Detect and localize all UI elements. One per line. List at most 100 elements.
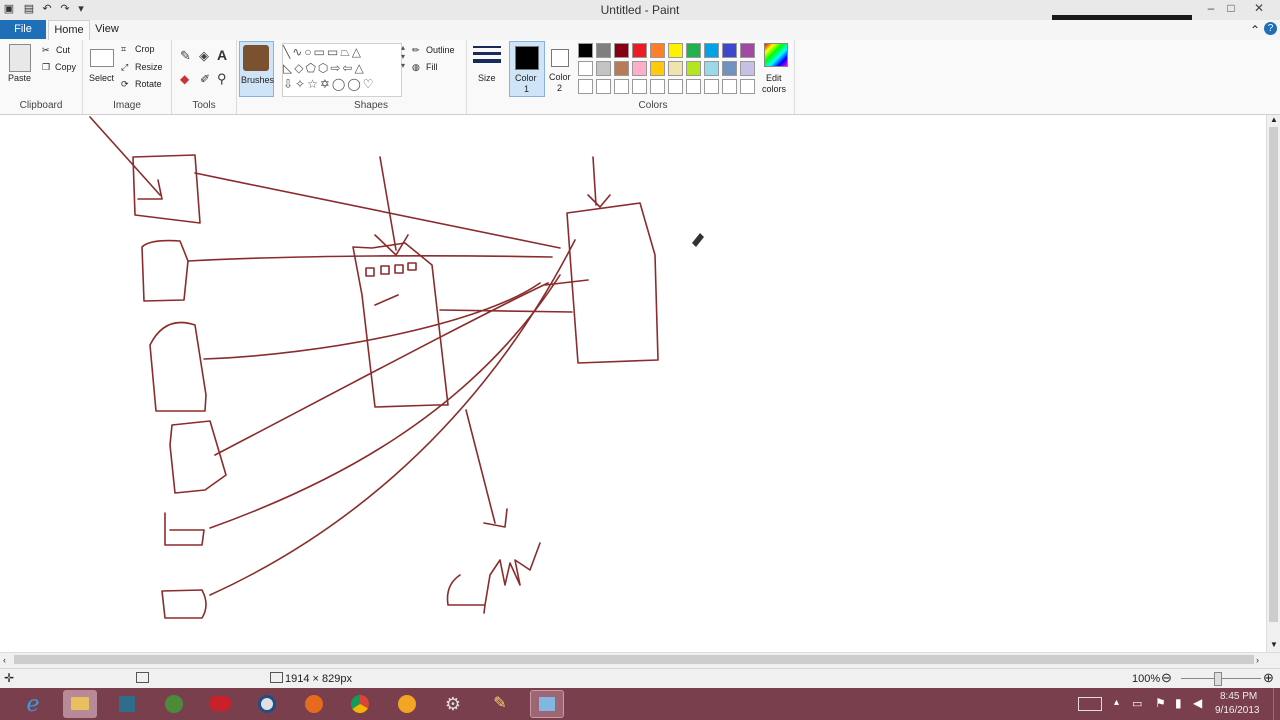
drawing-canvas[interactable] <box>0 115 1280 652</box>
itunes-icon[interactable] <box>157 690 191 718</box>
paste-icon[interactable] <box>9 44 31 72</box>
color-swatch[interactable] <box>632 43 647 58</box>
color-swatch[interactable] <box>668 43 683 58</box>
color-swatch[interactable] <box>686 43 701 58</box>
color-swatch[interactable] <box>650 43 665 58</box>
shapes-gallery[interactable]: ╲∿○▭▭⏢△ ◺◇⬠⬡⇨⇦△ ⇩✧☆✡◯◯♡ <box>282 43 402 97</box>
color-swatch[interactable] <box>578 61 593 76</box>
close-button[interactable]: ✕ <box>1244 0 1274 17</box>
color-swatch[interactable] <box>704 79 719 94</box>
color-swatch[interactable] <box>614 61 629 76</box>
paint-taskbar-icon[interactable] <box>530 690 564 718</box>
maximize-button[interactable]: □ <box>1216 0 1246 17</box>
color-swatch[interactable] <box>722 43 737 58</box>
pen-app-icon[interactable]: ✎ <box>483 690 517 718</box>
color-swatch[interactable] <box>740 79 755 94</box>
color-swatch[interactable] <box>704 61 719 76</box>
color-swatch[interactable] <box>650 61 665 76</box>
pencil-icon[interactable]: ✎ <box>180 48 191 64</box>
crop-button[interactable]: Crop <box>135 44 155 54</box>
disc-app-icon[interactable] <box>250 690 284 718</box>
outline-icon[interactable]: ✏ <box>412 45 420 56</box>
edit-colors-label-1[interactable]: Edit <box>766 73 782 83</box>
color-swatch[interactable] <box>722 61 737 76</box>
copy-button[interactable]: Copy <box>55 62 76 72</box>
horizontal-scroll-thumb[interactable] <box>14 655 1254 664</box>
scroll-left-icon[interactable]: ‹ <box>3 655 6 665</box>
color-swatch[interactable] <box>704 43 719 58</box>
text-icon[interactable]: A <box>217 47 227 63</box>
brushes-button[interactable]: Brushes <box>239 41 274 97</box>
outline-button[interactable]: Outline <box>426 45 455 55</box>
magnifier-icon[interactable]: ⚲ <box>217 71 227 87</box>
color-swatch[interactable] <box>686 79 701 94</box>
copy-icon[interactable]: ❐ <box>42 62 50 73</box>
color-swatch[interactable] <box>596 79 611 94</box>
zoom-in-icon[interactable]: ⊕ <box>1263 670 1274 686</box>
app-flower-icon[interactable] <box>390 690 424 718</box>
firefox-icon[interactable] <box>297 690 331 718</box>
flag-icon[interactable]: ⚑ <box>1155 696 1166 710</box>
ribbon-collapse-icon[interactable]: ⌃ <box>1250 23 1260 37</box>
keyboard-icon[interactable] <box>1078 697 1102 711</box>
color-swatch[interactable] <box>596 43 611 58</box>
color-swatch[interactable] <box>650 79 665 94</box>
network-icon[interactable]: ▭ <box>1132 697 1142 710</box>
size-button[interactable]: Size <box>470 40 504 100</box>
vertical-scrollbar[interactable]: ▲ ▼ <box>1266 115 1280 652</box>
scroll-right-icon[interactable]: › <box>1256 655 1259 665</box>
vertical-scroll-thumb[interactable] <box>1269 127 1278 622</box>
scroll-up-icon[interactable]: ▲ <box>1270 115 1278 124</box>
clock-time[interactable]: 8:45 PM <box>1220 691 1257 702</box>
color-swatch[interactable] <box>578 43 593 58</box>
color-swatch[interactable] <box>614 43 629 58</box>
fill-icon[interactable]: ◍ <box>412 62 420 73</box>
color-swatch[interactable] <box>614 79 629 94</box>
show-desktop-button[interactable] <box>1273 688 1280 720</box>
paste-button[interactable]: Paste <box>8 73 31 83</box>
chrome-icon[interactable] <box>343 690 377 718</box>
zoom-out-icon[interactable]: ⊖ <box>1161 670 1172 686</box>
file-explorer-icon[interactable] <box>63 690 97 718</box>
rotate-icon[interactable]: ⟳ <box>121 79 129 90</box>
select-icon[interactable] <box>90 49 114 67</box>
tab-file[interactable]: File <box>0 20 46 39</box>
media-player-icon[interactable] <box>203 690 237 718</box>
color-swatch[interactable] <box>632 61 647 76</box>
cut-button[interactable]: Cut <box>56 45 70 55</box>
resize-icon[interactable]: ⤢ <box>121 62 128 73</box>
scissors-icon[interactable]: ✂ <box>42 45 50 56</box>
tool-app-icon[interactable]: ⚙ <box>436 690 470 718</box>
tab-view[interactable]: View <box>92 20 122 39</box>
crop-icon[interactable]: ⌗ <box>121 44 126 55</box>
color-picker-icon[interactable]: ✐ <box>200 72 210 86</box>
color-swatch[interactable] <box>740 43 755 58</box>
color-swatch[interactable] <box>578 79 593 94</box>
zoom-slider-thumb[interactable] <box>1214 672 1222 686</box>
tray-expand-icon[interactable]: ▴ <box>1114 697 1119 708</box>
color-swatch[interactable] <box>686 61 701 76</box>
help-icon[interactable]: ? <box>1264 22 1277 35</box>
rotate-button[interactable]: Rotate <box>135 79 162 89</box>
shapes-scroll-icon[interactable]: ▴ ▾ ▾ <box>401 43 405 70</box>
edit-colors-icon[interactable] <box>764 43 788 67</box>
media-app-icon[interactable] <box>110 690 144 718</box>
color-swatch[interactable] <box>740 61 755 76</box>
internet-explorer-icon[interactable]: ℯ <box>16 690 50 718</box>
fill-bucket-icon[interactable]: ◈ <box>199 48 209 64</box>
eraser-icon[interactable]: ◆ <box>180 72 189 86</box>
color-swatch[interactable] <box>668 61 683 76</box>
volume-icon[interactable]: ◀ <box>1193 696 1202 710</box>
color-swatch[interactable] <box>722 79 737 94</box>
scroll-down-icon[interactable]: ▼ <box>1270 640 1278 649</box>
color-swatch[interactable] <box>632 79 647 94</box>
resize-button[interactable]: Resize <box>135 62 163 72</box>
signal-icon[interactable]: ▮ <box>1175 696 1182 710</box>
tab-home[interactable]: Home <box>48 20 90 41</box>
color-swatch[interactable] <box>668 79 683 94</box>
fill-button[interactable]: Fill <box>426 62 438 72</box>
color1-button[interactable]: Color 1 <box>509 41 545 97</box>
edit-colors-label-2[interactable]: colors <box>762 84 786 94</box>
clock-date[interactable]: 9/16/2013 <box>1215 705 1260 716</box>
color2-button[interactable]: Color 2 <box>545 41 577 95</box>
